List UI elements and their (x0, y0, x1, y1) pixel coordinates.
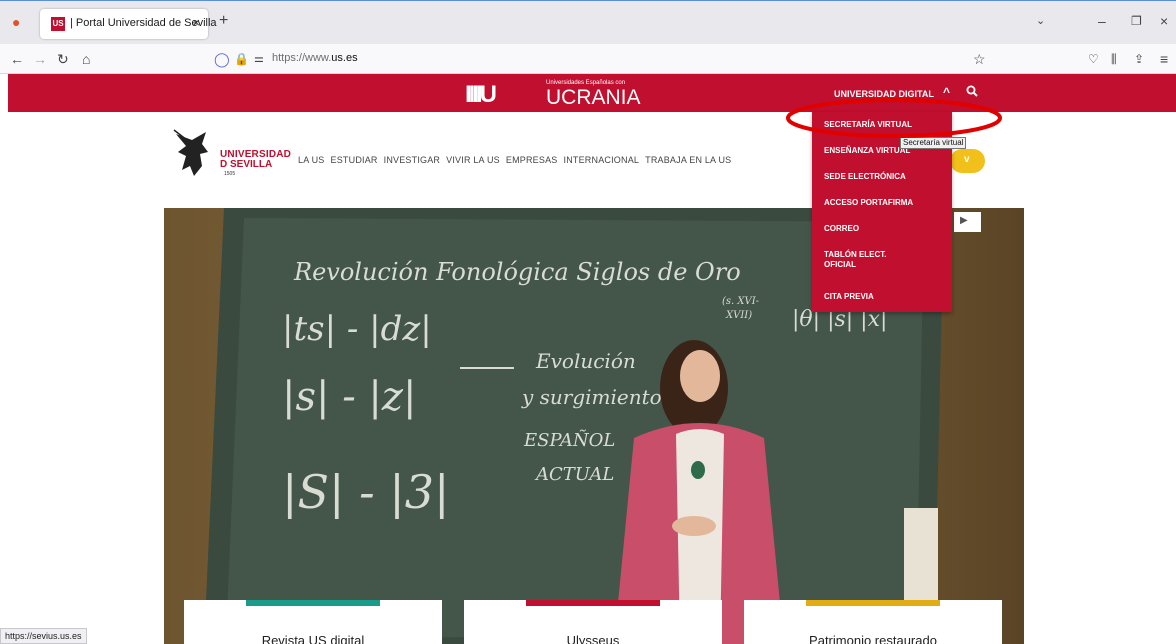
permissions-icon[interactable]: ⚌ (254, 51, 264, 67)
chevron-down-icon: v (964, 154, 970, 165)
list-tabs-icon[interactable]: ⌄ (1036, 13, 1045, 29)
card-title: Revista US digital (261, 633, 365, 644)
url-bar[interactable]: https://www.us.es (272, 52, 358, 64)
url-domain: us.es (331, 52, 358, 64)
universidad-sevilla-logo[interactable]: UNIVERSIDAD D SEVILLA 1505 (172, 126, 302, 182)
menu-item-tablon-oficial[interactable]: OFICIAL (824, 260, 856, 269)
shield-icon[interactable]: ◯ (214, 51, 230, 67)
tab-close-icon[interactable]: × (192, 15, 200, 30)
chalk-line-3: |S| - |3| (282, 465, 450, 519)
window-close-icon[interactable]: × (1160, 13, 1168, 29)
card-title: Patrimonio restaurado (809, 633, 937, 644)
share-icon[interactable]: ⇪ (1134, 51, 1144, 67)
youtube-button[interactable]: ▶ (954, 212, 981, 232)
web-page: IIIIU Universidades Españolas con UCRANI… (0, 74, 1176, 644)
menu-item-sede-electronica[interactable]: SEDE ELECTRÓNICA (824, 172, 906, 181)
chalk-line-2: |s| - |z| (282, 374, 416, 420)
logo-year: 1505 (224, 171, 236, 177)
nav-internacional[interactable]: INTERNACIONAL (564, 155, 640, 165)
card-revista-us-digital[interactable]: Revista US digital (184, 600, 442, 644)
chalk-line-4: Evolución (535, 349, 636, 373)
menu-item-correo[interactable]: CORREO (824, 224, 859, 233)
pocket-icon[interactable]: ♡ (1088, 51, 1099, 67)
back-icon[interactable]: ← (10, 51, 24, 67)
menu-item-ensenanza-virtual[interactable]: ENSEÑANZA VIRTUAL (824, 146, 910, 155)
bookmark-star-icon[interactable]: ☆ (973, 51, 986, 67)
nav-investigar[interactable]: INVESTIGAR (384, 155, 441, 165)
play-icon: ▶ (960, 215, 968, 226)
url-prefix: https://www. (272, 52, 332, 64)
main-navigation: LA US ESTUDIAR INVESTIGAR VIVIR LA US EM… (298, 155, 731, 165)
yellow-dropdown-button[interactable]: v (950, 149, 985, 173)
angel-emblem-icon (173, 129, 208, 176)
menu-icon[interactable]: ≡ (1160, 51, 1168, 67)
chalk-line-7: ACTUAL (534, 464, 614, 485)
minimize-icon[interactable]: – (1098, 13, 1106, 29)
menu-item-cita-previa[interactable]: CITA PREVIA (824, 292, 874, 301)
reload-icon[interactable]: ↻ (57, 51, 69, 67)
browser-tab-bar: ● US | Portal Universidad de Sevilla × +… (0, 0, 1176, 44)
new-tab-button[interactable]: + (219, 13, 228, 29)
chalk-line-6: ESPAÑOL (523, 428, 615, 451)
chalk-line-8: (s. XVI- (722, 296, 760, 307)
tab-favicon-icon: US (51, 17, 65, 31)
logo-line-2: D SEVILLA (220, 159, 273, 170)
status-bar-url: https://sevius.us.es (0, 628, 87, 644)
nav-trabaja-en-la-us[interactable]: TRABAJA EN LA US (645, 155, 731, 165)
chalk-line-5: y surgimiento (521, 385, 662, 409)
library-icon[interactable]: ⫼ (1111, 51, 1117, 67)
card-ulysseus[interactable]: Ulysseus (464, 600, 722, 644)
annotation-ellipse (786, 98, 1002, 138)
menu-item-acceso-portafirma[interactable]: ACCESO PORTAFIRMA (824, 198, 913, 207)
chalk-line-9: XVII) (725, 310, 752, 321)
restore-icon[interactable]: ❐ (1131, 13, 1142, 29)
browser-nav-bar: ← → ↻ ⌂ ◯ 🔒 ⚌ https://www.us.es ☆ ♡ ⫼ ⇪ … (0, 44, 1176, 74)
card-title: Ulysseus (566, 633, 620, 644)
nav-la-us[interactable]: LA US (298, 155, 325, 165)
ucrania-logo-text[interactable]: UCRANIA (546, 87, 641, 109)
chalk-line-0: Revolución Fonológica Siglos de Oro (293, 258, 741, 286)
menu-item-tablon-elect[interactable]: TABLÓN ELECT. (824, 250, 887, 259)
lock-icon[interactable]: 🔒 (234, 51, 249, 67)
home-icon[interactable]: ⌂ (82, 51, 90, 67)
firefox-icon: ● (12, 14, 21, 30)
nav-estudiar[interactable]: ESTUDIAR (331, 155, 378, 165)
nav-empresas[interactable]: EMPRESAS (506, 155, 558, 165)
ucrania-logo-mark: IIIIU (465, 81, 497, 108)
chalk-line-1: |ts| - |dz| (282, 309, 432, 349)
card-accent-bar (246, 600, 380, 606)
nav-vivir-la-us[interactable]: VIVIR LA US (446, 155, 500, 165)
card-accent-bar (526, 600, 660, 606)
forward-icon[interactable]: → (33, 51, 47, 67)
card-accent-bar (806, 600, 940, 606)
browser-tab[interactable]: US | Portal Universidad de Sevilla × (40, 9, 217, 39)
card-patrimonio-restaurado[interactable]: Patrimonio restaurado (744, 600, 1002, 644)
